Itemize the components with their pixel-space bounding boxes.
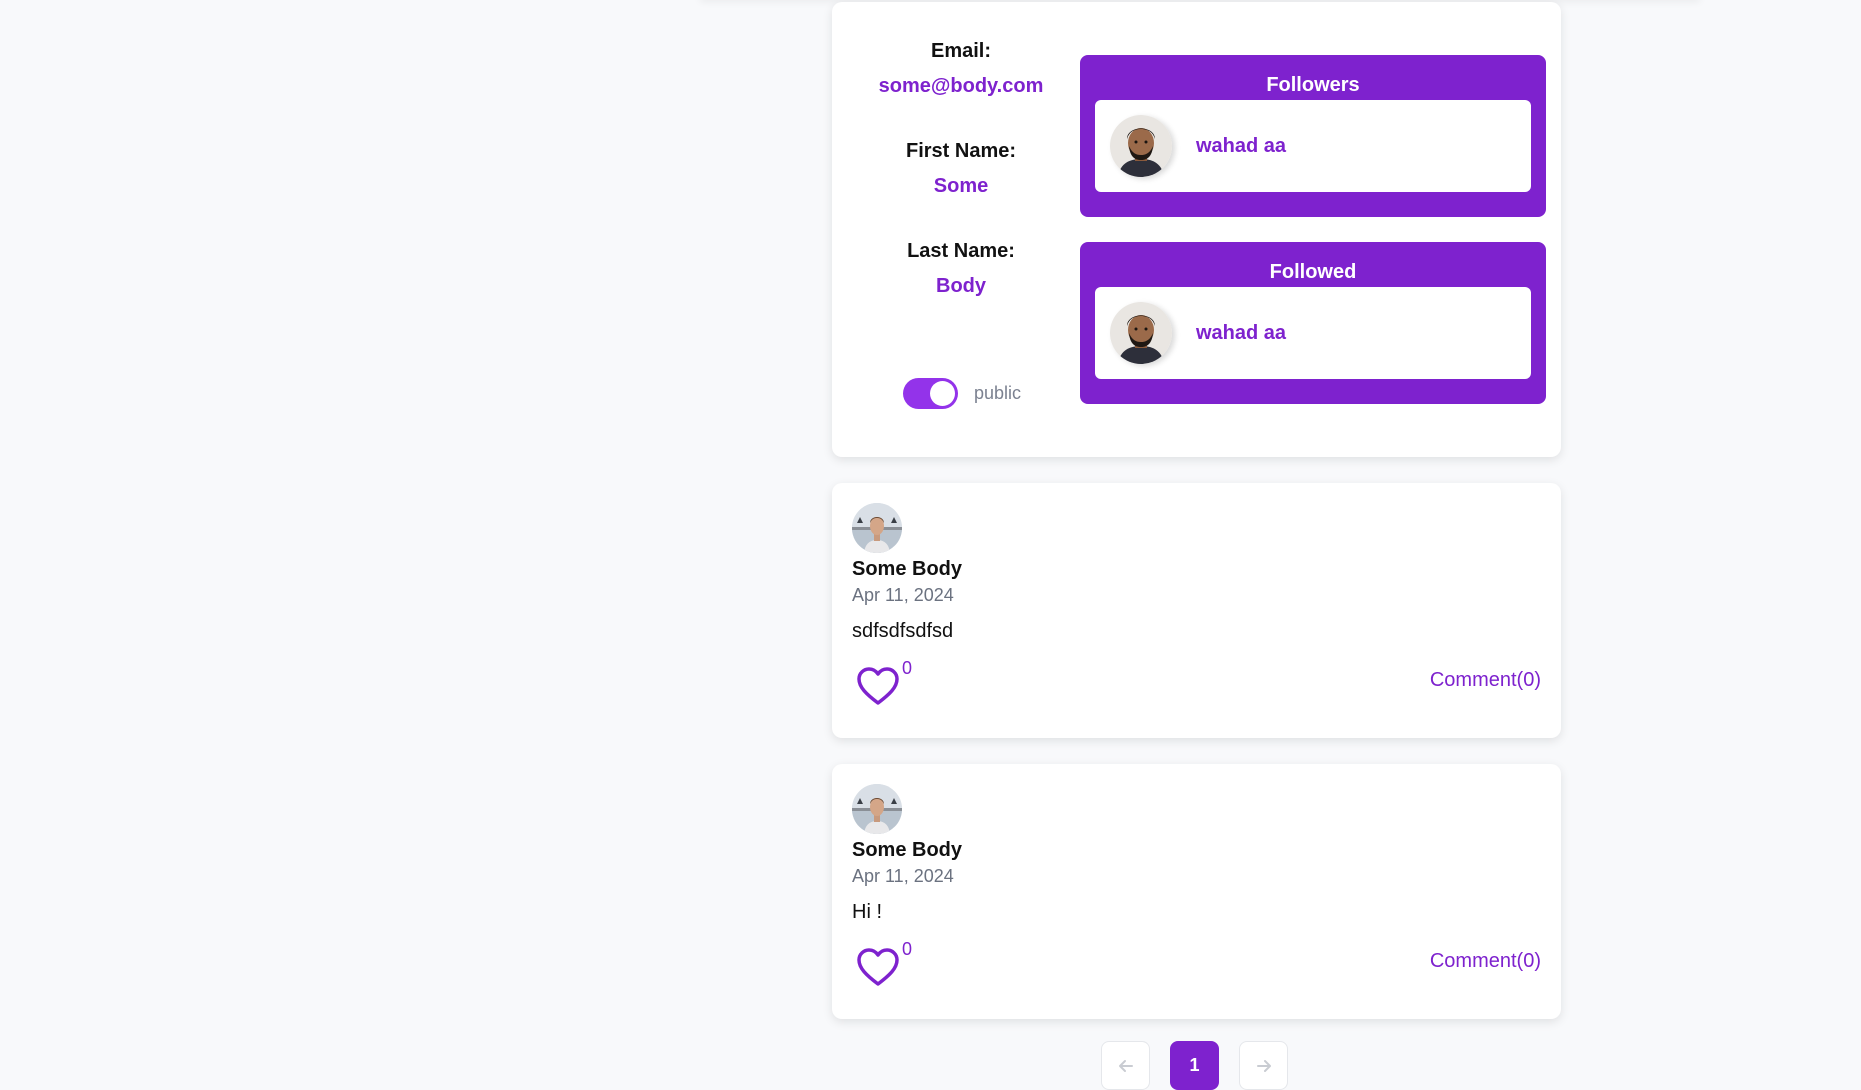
last-name-label: Last Name: (907, 240, 1015, 262)
followed-name: wahad aa (1196, 321, 1287, 344)
heart-icon[interactable] (856, 947, 900, 987)
visibility-toggle[interactable] (903, 378, 958, 409)
page-button-current[interactable]: 1 (1170, 1041, 1219, 1090)
followers-title: Followers (1266, 74, 1360, 96)
like-count: 0 (902, 939, 913, 959)
post-author-avatar[interactable] (852, 784, 902, 834)
followed-panel: Followed wahad aa (1080, 242, 1546, 404)
comment-button[interactable]: Comment(0) (1430, 950, 1541, 973)
arrow-left-icon (1118, 1059, 1133, 1072)
toggle-knob (930, 381, 955, 406)
followers-panel: Followers wahad aa (1080, 55, 1546, 217)
post-date: Apr 11, 2024 (852, 866, 954, 886)
post-card: Some Body Apr 11, 2024 sdfsdfsdfsd 0 Com… (832, 483, 1561, 738)
followed-item[interactable]: wahad aa (1095, 287, 1531, 379)
email-value: some@body.com (878, 75, 1044, 97)
email-label: Email: (930, 40, 992, 62)
pagination: 1 (1101, 1041, 1288, 1090)
next-page-button[interactable] (1239, 1041, 1288, 1090)
like-row: 0 (856, 939, 912, 987)
visibility-label: public (974, 383, 1022, 403)
first-name-label: First Name: (905, 140, 1017, 162)
like-row: 0 (856, 658, 912, 706)
post-text: Hi ! (852, 901, 882, 923)
follower-avatar (1110, 115, 1172, 177)
prev-page-button[interactable] (1101, 1041, 1150, 1090)
followed-avatar (1110, 302, 1172, 364)
follower-item[interactable]: wahad aa (1095, 100, 1531, 192)
follower-name: wahad aa (1196, 134, 1287, 157)
post-author-name: Some Body (852, 839, 963, 861)
profile-column: Email: some@body.com First Name: Some La… (832, 0, 1561, 1019)
last-name-value: Body (936, 275, 986, 297)
post-card: Some Body Apr 11, 2024 Hi ! 0 Comment(0) (832, 764, 1561, 1019)
visibility-toggle-row: public (903, 378, 1021, 409)
followed-title: Followed (1269, 261, 1357, 283)
arrow-right-icon (1256, 1059, 1271, 1072)
comment-button[interactable]: Comment(0) (1430, 669, 1541, 692)
profile-card: Email: some@body.com First Name: Some La… (832, 2, 1561, 457)
post-author-avatar[interactable] (852, 503, 902, 553)
like-count: 0 (902, 658, 913, 678)
first-name-value: Some (933, 175, 989, 197)
heart-icon[interactable] (856, 666, 900, 706)
post-date: Apr 11, 2024 (852, 585, 954, 605)
post-text: sdfsdfsdfsd (852, 620, 954, 642)
post-author-name: Some Body (852, 558, 963, 580)
